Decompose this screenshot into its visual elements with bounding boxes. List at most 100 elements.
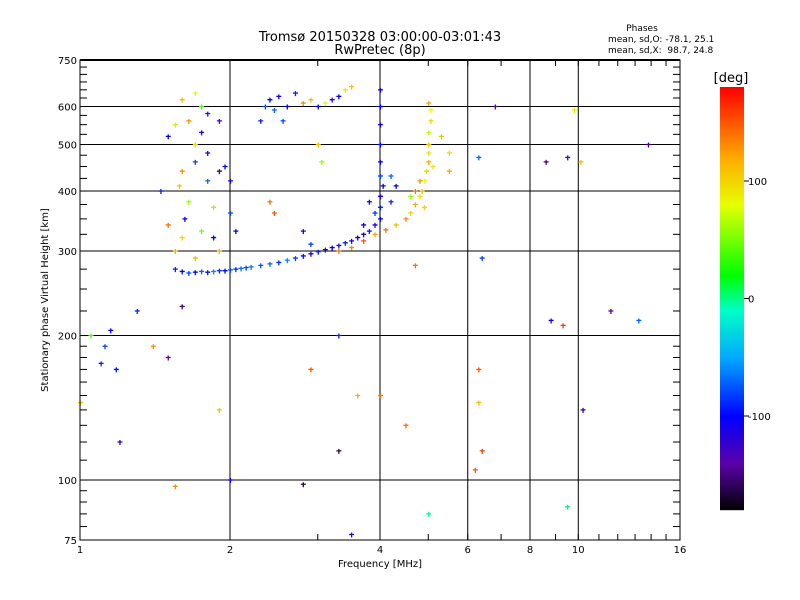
data-point	[205, 111, 211, 117]
data-point	[228, 211, 233, 217]
data-point	[102, 344, 108, 350]
data-point	[372, 222, 378, 228]
y-tick-label: 400	[58, 187, 77, 198]
data-point	[419, 189, 425, 195]
stats-x-mode: mean, sd,X: 98.7, 24.8	[608, 46, 714, 56]
data-point	[300, 253, 306, 259]
data-point	[271, 108, 277, 114]
data-point	[417, 194, 423, 200]
data-point	[361, 222, 367, 228]
data-point	[361, 238, 367, 244]
data-point	[336, 448, 342, 454]
data-point	[199, 130, 205, 136]
data-point	[165, 134, 171, 140]
data-point	[560, 323, 566, 329]
data-point	[479, 448, 485, 454]
data-point	[378, 194, 383, 200]
data-point	[262, 104, 268, 110]
data-point	[426, 159, 432, 165]
data-point	[276, 94, 282, 100]
data-point	[349, 238, 355, 244]
data-point	[216, 249, 222, 255]
data-point	[192, 142, 198, 148]
data-point	[355, 393, 361, 399]
data-point	[336, 94, 342, 100]
data-point	[426, 151, 432, 157]
data-point	[199, 104, 205, 110]
data-point	[319, 159, 325, 165]
data-point	[426, 101, 432, 107]
data-point	[372, 232, 378, 238]
y-tick-label: 600	[58, 103, 77, 114]
data-point	[179, 269, 185, 275]
data-point	[271, 211, 277, 217]
colorbar-strip	[720, 509, 744, 511]
data-point	[446, 169, 452, 175]
data-point	[578, 159, 584, 165]
data-point	[308, 97, 314, 103]
data-point	[113, 367, 119, 373]
grid-lines	[80, 60, 680, 540]
data-point	[412, 263, 418, 269]
colorbar-tick-label: 0	[748, 295, 754, 306]
data-point	[636, 318, 642, 324]
data-point	[472, 467, 478, 473]
data-point	[216, 268, 222, 274]
data-point	[380, 183, 386, 189]
data-point	[205, 151, 211, 157]
data-point	[322, 101, 328, 107]
data-point	[186, 118, 192, 124]
data-point	[428, 118, 434, 124]
data-point	[192, 270, 198, 276]
data-point	[179, 97, 185, 103]
stats-o-mode: mean, sd,O: -78.1, 25.1	[608, 35, 714, 45]
data-point	[172, 484, 178, 490]
data-point	[366, 229, 372, 235]
data-point	[378, 87, 383, 93]
data-point	[349, 245, 355, 251]
data-point	[479, 256, 485, 262]
data-point	[267, 97, 273, 103]
data-point	[388, 199, 394, 205]
data-point	[426, 142, 432, 148]
x-tick-label: 10	[572, 545, 585, 556]
data-point	[211, 269, 217, 275]
data-point	[378, 159, 383, 165]
data-point	[308, 367, 314, 373]
data-point	[300, 229, 306, 235]
data-point	[378, 216, 383, 222]
data-point	[421, 178, 427, 184]
data-point	[430, 164, 436, 170]
data-point	[179, 304, 185, 310]
data-point	[233, 229, 239, 235]
data-point	[300, 482, 306, 488]
data-point	[284, 258, 290, 264]
data-point	[182, 216, 188, 222]
data-point	[172, 267, 178, 273]
data-point	[393, 183, 399, 189]
data-point	[336, 249, 342, 255]
data-point	[342, 240, 348, 246]
y-tick-label: 100	[58, 476, 77, 487]
data-point	[199, 269, 205, 275]
data-point	[150, 344, 156, 350]
data-point	[393, 222, 399, 228]
data-point	[292, 256, 298, 262]
data-point	[186, 199, 192, 205]
data-point	[417, 178, 423, 184]
data-point	[336, 243, 342, 249]
data-point	[300, 101, 306, 107]
x-tick-label: 16	[674, 545, 687, 556]
y-tick-label: 500	[58, 141, 77, 152]
data-point	[165, 355, 171, 361]
data-point	[205, 270, 211, 276]
x-tick-label: 1	[77, 545, 83, 556]
data-point	[211, 235, 217, 241]
data-point	[580, 407, 586, 413]
data-point	[199, 229, 205, 235]
data-point	[315, 104, 321, 110]
data-point	[192, 91, 198, 97]
y-tick-label: 200	[58, 332, 77, 343]
data-point	[308, 251, 314, 257]
data-point	[408, 194, 414, 200]
